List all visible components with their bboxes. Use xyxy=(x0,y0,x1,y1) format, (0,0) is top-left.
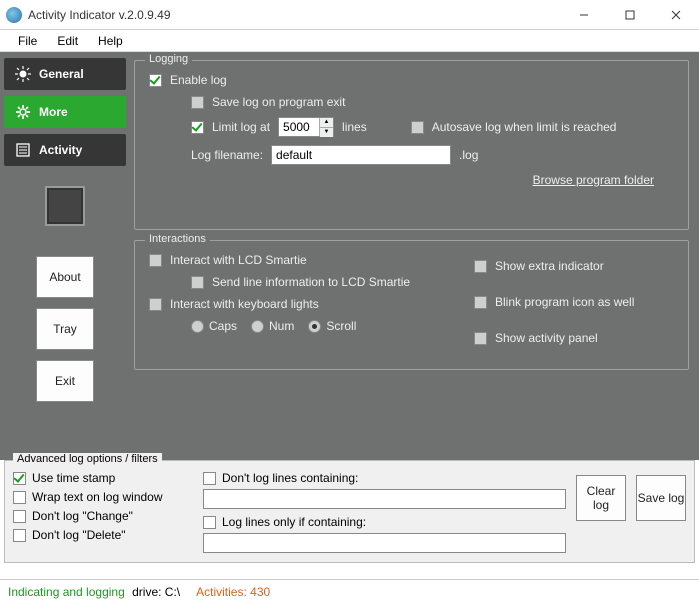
no-delete-checkbox[interactable] xyxy=(13,529,26,542)
status-activities: Activities: 430 xyxy=(196,585,270,599)
no-change-checkbox[interactable] xyxy=(13,510,26,523)
about-button[interactable]: About xyxy=(36,256,94,298)
nav-label: Activity xyxy=(39,143,82,157)
titlebar: Activity Indicator v.2.0.9.49 xyxy=(0,0,699,30)
only-contain-checkbox[interactable] xyxy=(203,516,216,529)
spin-up[interactable]: ▲ xyxy=(320,118,333,128)
extra-indicator-checkbox[interactable] xyxy=(474,260,487,273)
logging-group: Logging Enable log Save log on program e… xyxy=(134,60,689,230)
autosave-label: Autosave log when limit is reached xyxy=(432,120,617,134)
activity-panel-checkbox[interactable] xyxy=(474,332,487,345)
kbd-label: Interact with keyboard lights xyxy=(170,297,319,311)
nav-label: General xyxy=(39,67,84,81)
dont-contain-checkbox[interactable] xyxy=(203,472,216,485)
nav-more[interactable]: More xyxy=(4,96,126,128)
send-line-label: Send line information to LCD Smartie xyxy=(212,275,410,289)
enable-log-checkbox[interactable] xyxy=(149,74,162,87)
menu-file[interactable]: File xyxy=(8,32,47,50)
kbd-checkbox[interactable] xyxy=(149,298,162,311)
status-drive-label: drive: C:\ xyxy=(129,585,180,599)
limit-log-checkbox[interactable] xyxy=(191,121,204,134)
caps-radio[interactable] xyxy=(191,320,204,333)
menu-help[interactable]: Help xyxy=(88,32,133,50)
maximize-button[interactable] xyxy=(607,0,653,30)
wrap-checkbox[interactable] xyxy=(13,491,26,504)
app-icon xyxy=(6,7,22,23)
content-panel: Logging Enable log Save log on program e… xyxy=(130,52,699,460)
icon-preview xyxy=(45,186,85,226)
scroll-radio[interactable] xyxy=(308,320,321,333)
autosave-checkbox[interactable] xyxy=(411,121,424,134)
limit-log-label: Limit log at xyxy=(212,120,270,134)
menu-edit[interactable]: Edit xyxy=(47,32,88,50)
statusbar: Indicating and logging drive: C:\ Activi… xyxy=(0,579,699,603)
list-icon xyxy=(15,142,31,158)
ext-label: .log xyxy=(459,148,478,162)
menubar: File Edit Help xyxy=(0,30,699,52)
filename-label: Log filename: xyxy=(191,148,263,162)
limit-value-input[interactable] xyxy=(279,118,319,136)
blink-icon-checkbox[interactable] xyxy=(474,296,487,309)
lcd-label: Interact with LCD Smartie xyxy=(170,253,307,267)
browse-folder-link[interactable]: Browse program folder xyxy=(533,173,654,187)
advanced-legend: Advanced log options / filters xyxy=(13,453,162,465)
advanced-group: Advanced log options / filters Use time … xyxy=(4,460,695,563)
window-title: Activity Indicator v.2.0.9.49 xyxy=(28,8,561,22)
main-area: General More Activity About Tray Exit Lo… xyxy=(0,52,699,460)
lines-label: lines xyxy=(342,120,367,134)
exit-button[interactable]: Exit xyxy=(36,360,94,402)
status-indicating: Indicating and logging xyxy=(8,585,125,599)
clear-log-button[interactable]: Clear log xyxy=(576,475,626,521)
dont-contain-input[interactable] xyxy=(203,489,566,509)
limit-value-stepper[interactable]: ▲▼ xyxy=(278,117,334,137)
interactions-legend: Interactions xyxy=(145,233,210,245)
only-contain-input[interactable] xyxy=(203,533,566,553)
nav-activity[interactable]: Activity xyxy=(4,134,126,166)
save-log-button[interactable]: Save log xyxy=(636,475,686,521)
lcd-checkbox[interactable] xyxy=(149,254,162,267)
interactions-group: Interactions Interact with LCD Smartie S… xyxy=(134,240,689,370)
enable-log-label: Enable log xyxy=(170,73,227,87)
filename-input[interactable] xyxy=(271,145,451,165)
close-button[interactable] xyxy=(653,0,699,30)
logging-legend: Logging xyxy=(145,53,192,65)
save-on-exit-label: Save log on program exit xyxy=(212,95,345,109)
minimize-button[interactable] xyxy=(561,0,607,30)
save-on-exit-checkbox[interactable] xyxy=(191,96,204,109)
nav-general[interactable]: General xyxy=(4,58,126,90)
tray-button[interactable]: Tray xyxy=(36,308,94,350)
num-radio[interactable] xyxy=(251,320,264,333)
spin-down[interactable]: ▼ xyxy=(320,128,333,137)
gear-icon xyxy=(15,104,31,120)
send-line-checkbox[interactable] xyxy=(191,276,204,289)
nav-label: More xyxy=(39,105,68,119)
timestamp-checkbox[interactable] xyxy=(13,472,26,485)
sidebar: General More Activity About Tray Exit xyxy=(0,52,130,460)
lightbulb-icon xyxy=(15,66,31,82)
